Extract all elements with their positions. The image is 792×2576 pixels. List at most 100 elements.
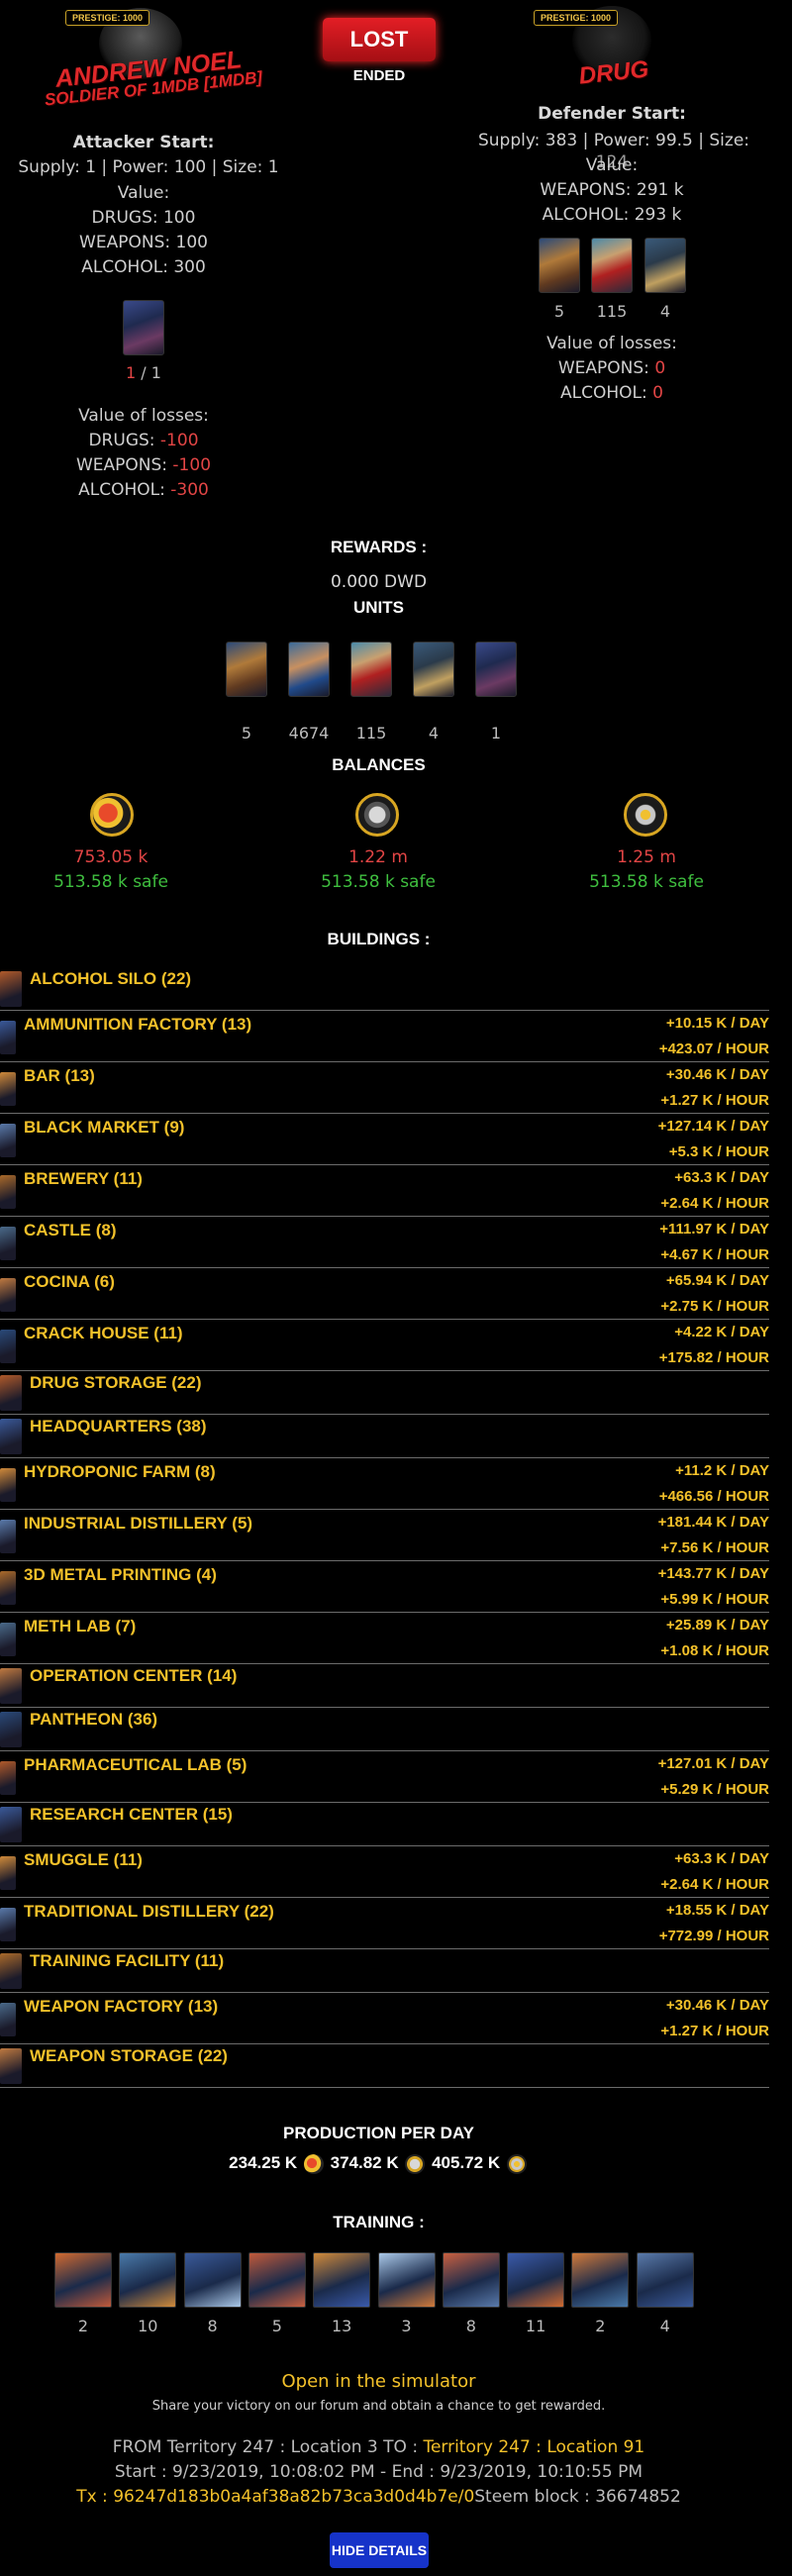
building-production: +63.3 K / DAY +2.64 K / HOUR — [660, 1846, 769, 1898]
training-thumbnail — [183, 2252, 242, 2308]
building-production: +65.94 K / DAY +2.75 K / HOUR — [660, 1268, 769, 1320]
training-count: 8 — [465, 2317, 476, 2335]
building-production: +127.14 K / DAY +5.3 K / HOUR — [658, 1114, 769, 1165]
building-production-day: +111.97 K / DAY — [659, 1221, 769, 1238]
route-to-link[interactable]: Territory 247 : Location 91 — [423, 2437, 644, 2457]
building-row: PHARMACEUTICAL LAB (5) +127.01 K / DAY +5.… — [0, 1751, 769, 1803]
building-thumbnail — [0, 1908, 16, 1941]
building-thumbnail — [0, 1124, 16, 1157]
building-name: TRAINING FACILITY (11) — [30, 1951, 225, 1970]
training-thumbnail — [636, 2252, 694, 2308]
training-title: TRAINING : — [333, 2213, 425, 2231]
buildings-title: BUILDINGS : — [327, 930, 431, 948]
hide-details-button[interactable]: HIDE DETAILS — [330, 2532, 429, 2568]
open-simulator-link[interactable]: Open in the simulator — [0, 2371, 757, 2392]
rewards-title: REWARDS : — [330, 538, 428, 556]
training-count: 3 — [401, 2317, 412, 2335]
building-name: HEADQUARTERS (38) — [30, 1417, 207, 1436]
building-row: SMUGGLE (11) +63.3 K / DAY +2.64 K / HOUR — [0, 1846, 769, 1898]
building-production-day: +63.3 K / DAY — [674, 1169, 769, 1186]
production-weapons: 374.82 K — [330, 2153, 399, 2172]
attacker-unit-total: / 1 — [136, 363, 161, 382]
building-thumbnail — [0, 1668, 22, 1704]
building-name: COCINA (6) — [24, 1272, 115, 1291]
building-row: CASTLE (8) +111.97 K / DAY +4.67 K / HOUR — [0, 1217, 769, 1268]
building-row: WEAPON STORAGE (22) — [0, 2044, 769, 2088]
alcohol-icon — [506, 2153, 527, 2174]
reward-unit-thumbnail-2 — [288, 642, 330, 697]
share-victory-text: Share your victory on our forum and obta… — [151, 2399, 606, 2414]
attacker-start-title: Attacker Start: — [72, 133, 215, 152]
defender-unit-count-3: 4 — [659, 302, 671, 321]
building-production-hour: +2.75 K / HOUR — [660, 1298, 769, 1315]
building-row: METH LAB (7) +25.89 K / DAY +1.08 K / HOUR — [0, 1613, 769, 1664]
building-production-day: +143.77 K / DAY — [657, 1565, 769, 1582]
building-production: +127.01 K / DAY +5.29 K / HOUR — [658, 1751, 769, 1803]
attacker-unit-thumbnail — [123, 300, 164, 355]
building-row: BREWERY (11) +63.3 K / DAY +2.64 K / HOUR — [0, 1165, 769, 1217]
reward-unit-count-3: 115 — [355, 724, 387, 743]
building-production-hour: +1.08 K / HOUR — [660, 1642, 769, 1659]
building-row: DRUG STORAGE (22) — [0, 1371, 769, 1415]
building-name: INDUSTRIAL DISTILLERY (5) — [24, 1514, 253, 1533]
drugs-icon — [303, 2153, 324, 2174]
building-production-day: +18.55 K / DAY — [665, 1902, 769, 1919]
training-thumbnail — [54, 2252, 112, 2308]
building-thumbnail — [0, 1021, 16, 1054]
production-values: 234.25 K 374.82 K 405.72 K — [0, 2153, 757, 2174]
training-count: 8 — [207, 2317, 218, 2335]
building-name: PANTHEON (36) — [30, 1710, 158, 1729]
building-production-day: +127.14 K / DAY — [657, 1118, 769, 1135]
building-production-day: +181.44 K / DAY — [657, 1514, 769, 1531]
building-production-hour: +466.56 / HOUR — [658, 1488, 769, 1505]
building-name: OPERATION CENTER (14) — [30, 1666, 238, 1685]
defender-loss-alcohol-value: 0 — [652, 383, 663, 403]
building-thumbnail — [0, 1623, 16, 1656]
defender-unit-thumbnail-3 — [644, 238, 686, 293]
building-row: HEADQUARTERS (38) — [0, 1415, 769, 1458]
building-row: COCINA (6) +65.94 K / DAY +2.75 K / HOUR — [0, 1268, 769, 1320]
building-production-hour: +5.29 K / HOUR — [660, 1781, 769, 1798]
building-production-hour: +5.3 K / HOUR — [668, 1143, 769, 1160]
alcohol-icon — [624, 793, 667, 837]
building-row: TRAINING FACILITY (11) — [0, 1949, 769, 1993]
balance-weapons-safe: 513.58 k safe — [321, 872, 436, 892]
building-production: +30.46 K / DAY +1.27 K / HOUR — [660, 1062, 769, 1114]
building-name: BLACK MARKET (9) — [24, 1118, 185, 1137]
training-count: 2 — [77, 2317, 89, 2335]
training-count: 2 — [595, 2317, 606, 2335]
weapons-icon — [405, 2153, 426, 2174]
building-row: AMMUNITION FACTORY (13) +10.15 K / DAY +42… — [0, 1011, 769, 1062]
production-alcohol: 405.72 K — [432, 2153, 501, 2172]
building-row: RESEARCH CENTER (15) — [0, 1803, 769, 1846]
attacker-prestige-badge: PRESTIGE: 1000 — [65, 10, 150, 26]
building-production: +63.3 K / DAY +2.64 K / HOUR — [660, 1165, 769, 1217]
building-thumbnail — [0, 1375, 22, 1411]
defender-unit-count-1: 5 — [553, 302, 565, 321]
balance-alcohol-safe: 513.58 k safe — [589, 872, 704, 892]
tx-hash-link[interactable]: 96247d183b0a4af38a82b73ca3d0d4b7e/0 — [113, 2487, 474, 2507]
building-row: INDUSTRIAL DISTILLERY (5) +181.44 K / DAY… — [0, 1510, 769, 1561]
building-thumbnail — [0, 1571, 16, 1605]
defender-loss-alcohol: ALCOHOL: 0 — [498, 381, 726, 406]
building-production-hour: +1.27 K / HOUR — [660, 1092, 769, 1109]
building-name: RESEARCH CENTER (15) — [30, 1805, 233, 1824]
attacker-loss-drugs: DRUGS: -100 — [30, 429, 257, 453]
building-thumbnail — [0, 1520, 16, 1553]
result-state: ENDED — [352, 67, 406, 84]
production-drugs: 234.25 K — [229, 2153, 298, 2172]
building-thumbnail — [0, 1953, 22, 1989]
training-count: 5 — [271, 2317, 282, 2335]
training-count: 4 — [659, 2317, 670, 2335]
building-production: +30.46 K / DAY +1.27 K / HOUR — [660, 1993, 769, 2044]
building-name: AMMUNITION FACTORY (13) — [24, 1015, 252, 1034]
building-name: CRACK HOUSE (11) — [24, 1324, 183, 1342]
route-from: FROM Territory 247 : Location 3 TO : — [112, 2437, 424, 2457]
building-production: +25.89 K / DAY +1.08 K / HOUR — [660, 1613, 769, 1664]
attacker-loss-drugs-label: DRUGS: — [88, 431, 160, 450]
production-title: PRODUCTION PER DAY — [282, 2124, 474, 2142]
building-thumbnail — [0, 1761, 16, 1795]
training-thumbnail — [507, 2252, 565, 2308]
defender-loss-alcohol-label: ALCOHOL: — [560, 383, 653, 403]
rewards-units-title: UNITS — [353, 598, 404, 617]
